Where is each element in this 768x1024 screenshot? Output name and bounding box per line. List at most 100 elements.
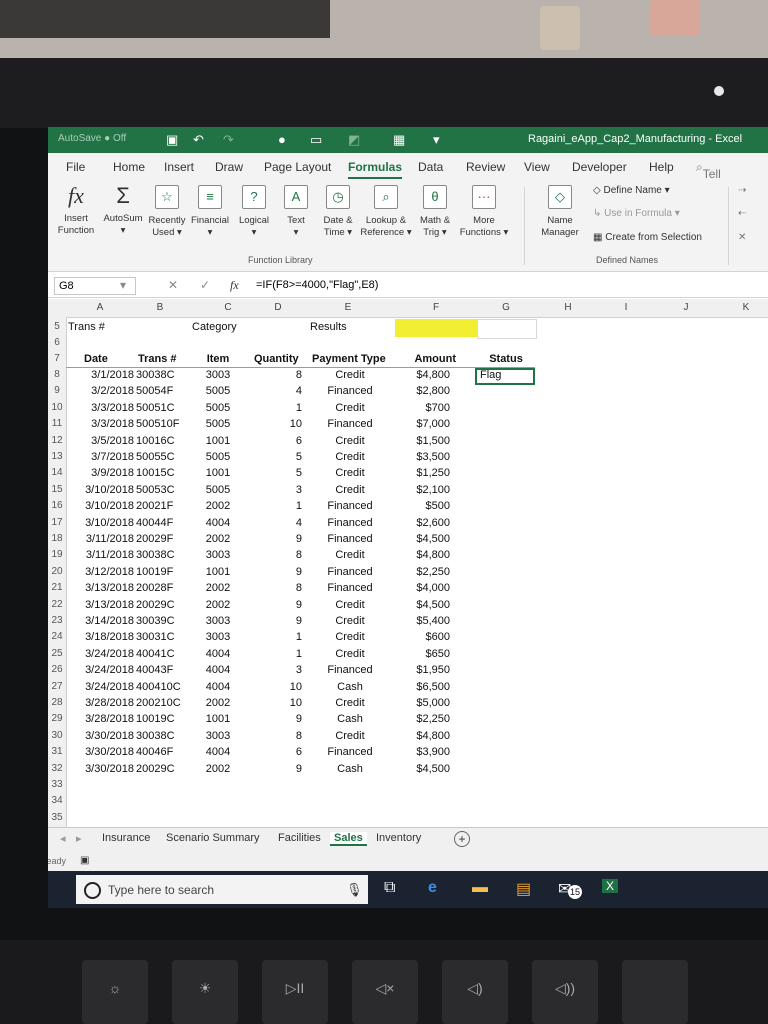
remove-arrows-icon[interactable]: ✕	[738, 232, 746, 243]
tell-me-search[interactable]: ⌕ Tell me wh	[696, 160, 721, 209]
cell-amount[interactable]: $1,950	[398, 664, 450, 676]
cell-amount[interactable]: $4,800	[398, 730, 450, 742]
cell-amount[interactable]: $500	[398, 500, 450, 512]
column-header[interactable]: J	[684, 302, 689, 313]
cell-trans[interactable]: 10016C	[136, 435, 196, 447]
cell-payment-type[interactable]: Financed	[312, 582, 388, 594]
cell-payment-type[interactable]: Credit	[312, 549, 388, 561]
key-f2[interactable]: ☀	[172, 960, 238, 1024]
cell-status[interactable]: Flag	[480, 369, 536, 381]
cell-trans[interactable]: 40044F	[136, 517, 196, 529]
row-number[interactable]: 22	[48, 599, 66, 610]
cell-date[interactable]: 3/13/2018	[66, 599, 134, 611]
cell-a5[interactable]: Trans #	[68, 321, 105, 333]
undo-icon[interactable]: ↶	[193, 132, 204, 148]
enter-icon[interactable]: ✓	[200, 278, 210, 292]
cell-date[interactable]: 3/11/2018	[66, 533, 134, 545]
date-time-button[interactable]: ◷ Date & Time ▾	[318, 185, 358, 239]
cell-date[interactable]: 3/30/2018	[66, 763, 134, 775]
cell-trans[interactable]: 50054F	[136, 385, 196, 397]
row-number[interactable]: 26	[48, 664, 66, 675]
cell-amount[interactable]: $600	[398, 631, 450, 643]
trace-dependents-icon[interactable]: ⇠	[738, 208, 746, 219]
row-number[interactable]: 30	[48, 730, 66, 741]
cell-quantity[interactable]: 9	[248, 533, 302, 545]
cell-trans[interactable]: 30038C	[136, 369, 196, 381]
cell-date[interactable]: 3/11/2018	[66, 549, 134, 561]
worksheet-grid[interactable]: A B C D E F G H I J K 5 Trans # Category…	[48, 299, 768, 827]
cell-trans[interactable]: 20021F	[136, 500, 196, 512]
cell-payment-type[interactable]: Credit	[312, 467, 388, 479]
header-status[interactable]: Status	[477, 353, 535, 365]
row-number[interactable]: 11	[48, 418, 66, 429]
cell-trans[interactable]: 40046F	[136, 746, 196, 758]
cell-item[interactable]: 3003	[198, 730, 238, 742]
tab-help[interactable]: Help	[649, 160, 674, 174]
cell-date[interactable]: 3/14/2018	[66, 615, 134, 627]
cell-trans[interactable]: 30038C	[136, 730, 196, 742]
cell-amount[interactable]: $2,250	[398, 566, 450, 578]
cell-amount[interactable]: $1,250	[398, 467, 450, 479]
cell-trans[interactable]: 400410C	[136, 681, 196, 693]
cell-item[interactable]: 2002	[198, 500, 238, 512]
create-from-selection-button[interactable]: ▦ Create from Selection	[593, 232, 702, 243]
cell-date[interactable]: 3/10/2018	[66, 484, 134, 496]
tab-file[interactable]: File	[66, 160, 85, 174]
add-sheet-icon[interactable]: +	[454, 831, 470, 847]
cell-trans[interactable]: 10015C	[136, 467, 196, 479]
redo-icon[interactable]: ↷	[223, 132, 234, 148]
cell-date[interactable]: 3/28/2018	[66, 713, 134, 725]
cell-payment-type[interactable]: Credit	[312, 484, 388, 496]
cell-payment-type[interactable]: Cash	[312, 713, 388, 725]
cell-item[interactable]: 5005	[198, 418, 238, 430]
share-icon[interactable]: ◩	[348, 132, 360, 148]
cell-amount[interactable]: $700	[398, 402, 450, 414]
header-date[interactable]: Date	[84, 353, 108, 365]
cell-amount[interactable]: $650	[398, 648, 450, 660]
row-number[interactable]: 12	[48, 435, 66, 446]
cell-date[interactable]: 3/30/2018	[66, 746, 134, 758]
cell-trans[interactable]: 20029F	[136, 533, 196, 545]
sheet-tab-insurance[interactable]: Insurance	[102, 832, 150, 844]
cell-quantity[interactable]: 4	[248, 385, 302, 397]
task-view-icon[interactable]: ⧉	[384, 879, 395, 897]
cell-date[interactable]: 3/3/2018	[66, 418, 134, 430]
sheet-tab-facilities[interactable]: Facilities	[278, 832, 321, 844]
cell-item[interactable]: 1001	[198, 566, 238, 578]
cell-amount[interactable]: $2,100	[398, 484, 450, 496]
cell-quantity[interactable]: 10	[248, 697, 302, 709]
row-number[interactable]: 20	[48, 566, 66, 577]
cell-quantity[interactable]: 10	[248, 418, 302, 430]
row-number[interactable]: 17	[48, 517, 66, 528]
row-number[interactable]: 16	[48, 500, 66, 511]
recently-used-button[interactable]: ☆ Recently Used ▾	[146, 185, 188, 239]
cell-date[interactable]: 3/30/2018	[66, 730, 134, 742]
cell-date[interactable]: 3/7/2018	[66, 451, 134, 463]
cell-quantity[interactable]: 8	[248, 582, 302, 594]
tab-draw[interactable]: Draw	[215, 160, 243, 174]
column-header[interactable]: D	[274, 302, 281, 313]
row-number[interactable]: 33	[48, 779, 66, 790]
cell-date[interactable]: 3/24/2018	[66, 664, 134, 676]
cell-quantity[interactable]: 3	[248, 484, 302, 496]
row-number[interactable]: 10	[48, 402, 66, 413]
cell-trans[interactable]: 40041C	[136, 648, 196, 660]
column-header[interactable]: I	[625, 302, 628, 313]
cell-payment-type[interactable]: Financed	[312, 517, 388, 529]
column-header[interactable]: B	[157, 302, 164, 313]
toggle-icon[interactable]: ●	[278, 132, 286, 147]
logical-button[interactable]: ? Logical ▾	[234, 185, 274, 239]
cell-amount[interactable]: $2,800	[398, 385, 450, 397]
cell-date[interactable]: 3/1/2018	[66, 369, 134, 381]
column-header[interactable]: F	[433, 302, 439, 313]
macro-recording-icon[interactable]: ▣	[80, 855, 89, 866]
math-trig-button[interactable]: θ Math & Trig ▾	[414, 185, 456, 239]
cell-amount[interactable]: $5,000	[398, 697, 450, 709]
cell-payment-type[interactable]: Financed	[312, 664, 388, 676]
cell-date[interactable]: 3/10/2018	[66, 517, 134, 529]
cell-trans[interactable]: 20029C	[136, 763, 196, 775]
cell-item[interactable]: 1001	[198, 713, 238, 725]
row-number[interactable]: 13	[48, 451, 66, 462]
row-number[interactable]: 34	[48, 795, 66, 806]
tab-formulas[interactable]: Formulas	[348, 160, 403, 179]
